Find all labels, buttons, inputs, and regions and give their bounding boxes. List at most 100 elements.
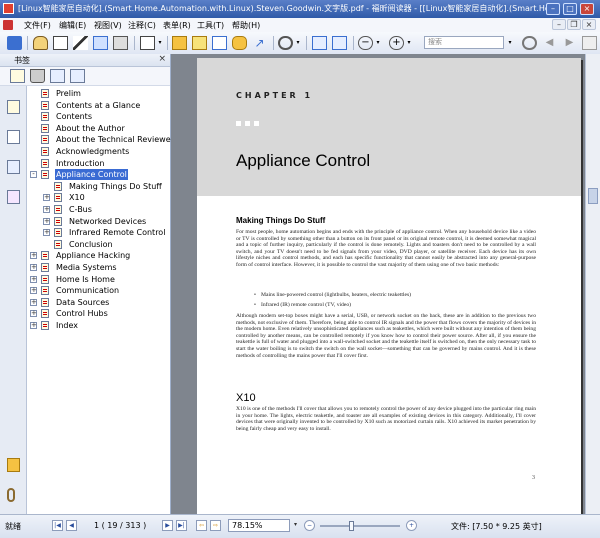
zoom-slider-thumb[interactable] <box>349 521 354 531</box>
close-button[interactable]: × <box>580 3 594 15</box>
menu-comment[interactable]: 注释(C) <box>128 20 156 31</box>
menu-view[interactable]: 视图(V) <box>94 20 122 31</box>
menu-file[interactable]: 文件(F) <box>24 20 51 31</box>
dropdown-arrow-icon[interactable]: ▾ <box>156 36 164 50</box>
maximize-button[interactable]: □ <box>563 3 577 15</box>
options-icon[interactable] <box>582 36 597 50</box>
section-heading: Making Things Do Stuff <box>236 216 326 225</box>
expand-icon[interactable]: + <box>30 322 37 329</box>
bookmark-properties-icon[interactable] <box>10 69 25 83</box>
first-page-icon[interactable]: |◀ <box>52 520 63 531</box>
bookmarks-toolbar <box>0 67 170 86</box>
search-dropdown-icon[interactable]: ▾ <box>506 36 514 50</box>
expand-icon[interactable]: + <box>43 194 50 202</box>
bullet-item: Infrared (IR) remote control (TV, video) <box>254 302 351 308</box>
camera-icon[interactable] <box>113 36 128 50</box>
chapter-ornament <box>236 121 241 126</box>
note-icon[interactable] <box>192 36 207 50</box>
bookmark-label: Contents at a Glance <box>56 100 141 110</box>
status-text: 就绪 <box>5 522 21 531</box>
expand-icon[interactable]: + <box>30 287 37 295</box>
collapse-icon[interactable]: - <box>30 171 37 179</box>
highlight-icon[interactable] <box>172 36 187 50</box>
forward-icon[interactable]: ⇨ <box>210 520 221 531</box>
next-page-icon[interactable]: ▶ <box>162 520 173 531</box>
expand-icon[interactable]: + <box>43 206 50 213</box>
bookmark-label: Acknowledgments <box>56 147 130 156</box>
close-panel-icon[interactable]: × <box>158 54 166 64</box>
bookmarks-tab-icon[interactable] <box>7 100 20 114</box>
minimize-button[interactable]: – <box>546 3 560 15</box>
menu-edit[interactable]: 编辑(E) <box>59 20 86 31</box>
fit-page-icon[interactable] <box>312 36 327 50</box>
zoom-out-status-icon[interactable]: − <box>304 520 315 531</box>
zoom-select[interactable]: 78.15% <box>228 519 290 532</box>
bookmark-page-icon <box>54 239 62 249</box>
expand-icon[interactable]: + <box>43 229 50 237</box>
delete-bookmark-icon[interactable] <box>30 69 45 83</box>
search-icon[interactable] <box>522 36 537 50</box>
bookmark-page-icon <box>41 100 49 110</box>
save-icon[interactable] <box>7 36 22 50</box>
page-size-info: 文件: [7.50 * 9.25 英寸] <box>451 522 542 531</box>
bookmark-page-icon <box>41 147 49 156</box>
zoom-slider[interactable] <box>320 525 400 527</box>
paragraph: For most people, home automation begins … <box>236 229 536 268</box>
zoom-icon[interactable] <box>278 36 293 50</box>
bookmark-page-icon <box>54 216 62 226</box>
bookmark-label: Control Hubs <box>56 309 108 319</box>
scrollbar-thumb[interactable] <box>588 188 598 204</box>
chapter-title: Appliance Control <box>236 151 371 170</box>
expand-icon[interactable]: + <box>30 298 37 306</box>
bookmark-page-icon <box>41 158 49 168</box>
page-number: 3 <box>532 475 535 481</box>
pointer-icon[interactable] <box>73 36 88 50</box>
zoom-in-dropdown-icon[interactable]: ▾ <box>405 36 413 50</box>
hand-tool-icon[interactable] <box>33 36 48 50</box>
bookmark-label: About the Technical Reviewers <box>56 135 179 145</box>
bookmark-label: C-Bus <box>69 205 92 214</box>
zoom-dropdown-icon[interactable]: ▾ <box>294 36 302 50</box>
snapshot-icon[interactable] <box>93 36 108 50</box>
expand-icon[interactable]: + <box>30 275 37 283</box>
paperclip-icon[interactable] <box>7 488 15 502</box>
bookmark-label: Prelim <box>56 89 81 98</box>
previous-page-icon[interactable]: ◀ <box>66 520 77 531</box>
expand-icon[interactable]: + <box>43 217 50 225</box>
attachments-tab-icon[interactable] <box>7 190 20 204</box>
new-bookmark-icon[interactable] <box>50 69 65 83</box>
fit-width-icon[interactable] <box>332 36 347 50</box>
search-previous-icon[interactable]: ◀ <box>542 36 557 50</box>
select-text-icon[interactable] <box>53 36 68 50</box>
search-next-icon[interactable]: ▶ <box>562 36 577 50</box>
zoom-in-icon[interactable]: + <box>389 36 404 50</box>
doc-close-button[interactable]: × <box>582 19 596 30</box>
comments-tab-icon[interactable] <box>7 458 20 472</box>
zoom-out-dropdown-icon[interactable]: ▾ <box>374 36 382 50</box>
doc-minimize-button[interactable]: – <box>552 19 566 30</box>
pages-tab-icon[interactable] <box>7 130 20 144</box>
textbox-icon[interactable] <box>212 36 227 50</box>
doc-restore-button[interactable]: ❐ <box>567 19 581 30</box>
typewriter-icon[interactable] <box>140 36 155 50</box>
vertical-scrollbar[interactable] <box>585 54 600 514</box>
menu-help[interactable]: 帮助(H) <box>232 20 260 31</box>
last-page-icon[interactable]: ▶| <box>176 520 187 531</box>
expand-icon[interactable]: + <box>30 264 37 271</box>
search-input[interactable]: 搜索 <box>424 36 504 49</box>
callout-icon[interactable] <box>232 36 247 50</box>
expand-icon[interactable]: + <box>30 252 37 260</box>
zoom-out-icon[interactable]: − <box>358 36 373 50</box>
bookmark-label: X10 <box>69 193 85 203</box>
expand-bookmark-icon[interactable] <box>70 69 85 83</box>
window-title: [Linux智能家居自动化].(Smart.Home.Automation.wi… <box>18 4 558 13</box>
menu-form[interactable]: 表单(R) <box>163 20 191 31</box>
expand-icon[interactable]: + <box>30 310 37 318</box>
layers-tab-icon[interactable] <box>7 160 20 174</box>
menu-tools[interactable]: 工具(T) <box>197 20 224 31</box>
page-indicator[interactable]: 1 ( 19 / 313 ) <box>94 521 146 530</box>
zoom-in-status-icon[interactable]: + <box>406 520 417 531</box>
zoom-select-dropdown-icon[interactable]: ▾ <box>291 520 300 531</box>
back-icon[interactable]: ⇦ <box>196 520 207 531</box>
arrow-tool-icon[interactable]: ↗ <box>252 36 267 50</box>
